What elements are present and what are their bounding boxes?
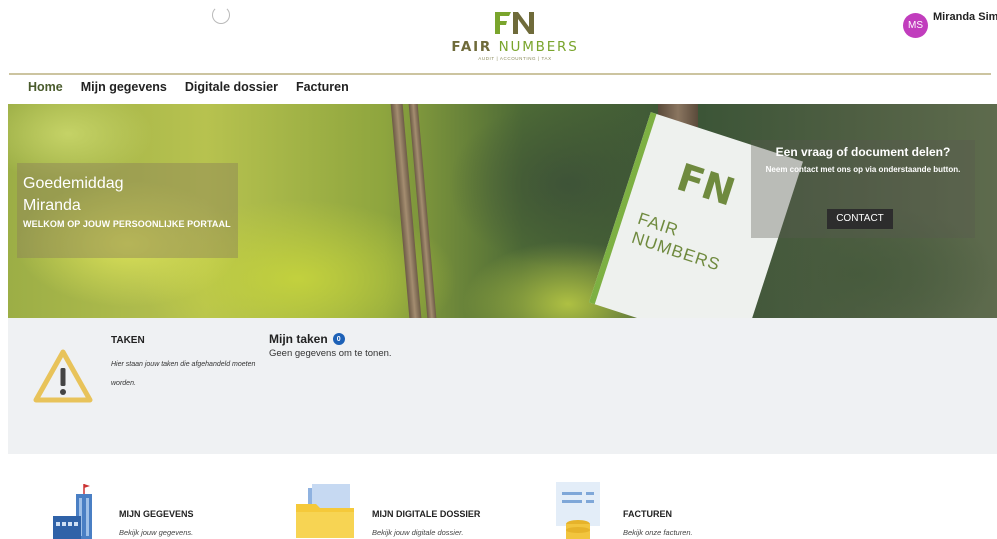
hero-banner: FN FAIR NUMBERS Goedemiddag Miranda WELK… xyxy=(8,104,997,318)
header: FAIR NUMBERS AUDIT | ACCOUNTING | TAX MS… xyxy=(0,0,997,75)
greeting-text: Goedemiddag xyxy=(23,175,124,192)
fair-numbers-logo[interactable]: FAIR NUMBERS AUDIT | ACCOUNTING | TAX xyxy=(450,10,580,70)
tasks-empty-message: Geen gegevens om te tonen. xyxy=(269,348,392,359)
nav-item-facturen[interactable]: Facturen xyxy=(296,80,349,94)
contact-text: Neem contact met ons op via onderstaande… xyxy=(765,165,961,174)
contact-box: Een vraag of document delen? Neem contac… xyxy=(751,140,975,238)
my-tasks-label: Mijn taken xyxy=(269,332,328,346)
user-menu[interactable]: MS Miranda Simo xyxy=(903,11,997,38)
card-subtitle: Bekijk jouw digitale dossier. xyxy=(372,528,464,537)
contact-button[interactable]: CONTACT xyxy=(827,209,893,229)
main-nav: Home Mijn gegevens Digitale dossier Fact… xyxy=(28,80,349,94)
header-divider xyxy=(9,73,991,75)
building-icon xyxy=(53,484,92,539)
my-tasks-title: Mijn taken 0 xyxy=(269,332,345,346)
warning-icon xyxy=(33,349,93,403)
user-name[interactable]: Miranda Simo xyxy=(933,11,997,23)
card-mijn-digitale-dossier[interactable]: MIJN DIGITALE DOSSIER Bekijk jouw digita… xyxy=(294,482,514,539)
tasks-heading: TAKEN xyxy=(111,335,145,346)
card-title: FACTUREN xyxy=(623,509,672,519)
card-title: MIJN DIGITALE DOSSIER xyxy=(372,509,481,519)
nav-item-home[interactable]: Home xyxy=(28,80,63,94)
card-facturen[interactable]: FACTUREN Bekijk onze facturen. xyxy=(554,482,754,539)
loading-spinner-icon xyxy=(212,6,230,24)
logo-tagline: AUDIT | ACCOUNTING | TAX xyxy=(478,56,552,61)
task-count-badge: 0 xyxy=(332,333,345,345)
greeting-name: Miranda xyxy=(23,197,81,214)
card-mijn-gegevens[interactable]: MIJN GEGEVENS Bekijk jouw gegevens. xyxy=(50,482,250,539)
card-subtitle: Bekijk jouw gegevens. xyxy=(119,528,194,537)
folder-icon xyxy=(296,484,354,538)
welcome-text: WELKOM OP JOUW PERSOONLIJKE PORTAAL xyxy=(23,219,231,229)
tasks-description: Hier staan jouw taken die afgehandeld mo… xyxy=(111,361,256,387)
contact-title: Een vraag of document delen? xyxy=(775,145,951,159)
logo-wordmark: FAIR NUMBERS xyxy=(451,39,579,55)
tasks-panel: TAKEN Hier staan jouw taken die afgehand… xyxy=(8,318,997,454)
card-title: MIJN GEGEVENS xyxy=(119,509,194,519)
invoice-coins-icon xyxy=(556,482,600,539)
nav-item-mijn-gegevens[interactable]: Mijn gegevens xyxy=(81,80,167,94)
avatar[interactable]: MS xyxy=(903,13,928,38)
fn-logo-icon xyxy=(495,12,534,34)
greeting-box: Goedemiddag Miranda WELKOM OP JOUW PERSO… xyxy=(17,163,238,258)
card-subtitle: Bekijk onze facturen. xyxy=(623,528,693,537)
nav-item-digitale-dossier[interactable]: Digitale dossier xyxy=(185,80,278,94)
